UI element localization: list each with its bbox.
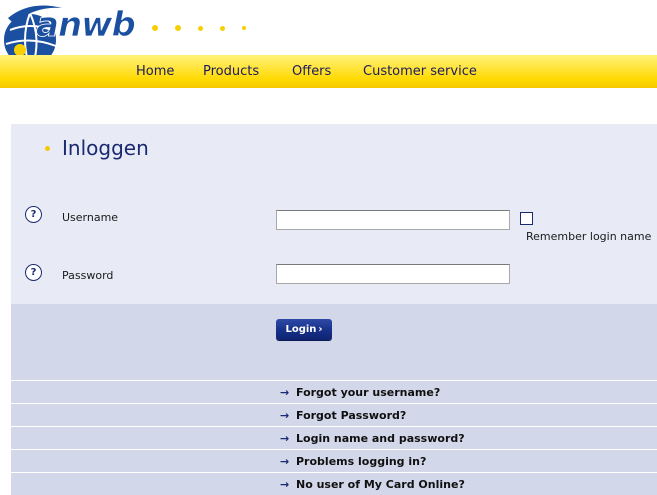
help-links-list: → Forgot your username? → Forgot Passwor… <box>11 380 657 495</box>
username-input[interactable] <box>276 210 510 230</box>
login-button[interactable]: Login › <box>276 319 332 340</box>
logo-dot <box>242 26 246 30</box>
arrow-right-icon: → <box>280 386 290 399</box>
logo-dot <box>220 25 225 31</box>
arrow-right-icon: → <box>280 478 290 491</box>
nav-item-offers[interactable]: Offers <box>292 55 331 88</box>
nav-item-products[interactable]: Products <box>203 55 259 88</box>
arrow-right-icon: → <box>280 432 290 445</box>
arrow-right-icon: → <box>280 409 290 422</box>
logo-dot <box>198 25 203 31</box>
title-bullet <box>45 146 50 151</box>
nav-item-home[interactable]: Home <box>136 55 174 88</box>
nav-item-customer-service[interactable]: Customer service <box>363 55 477 88</box>
logo-dot <box>152 25 158 31</box>
help-link-row[interactable]: → No user of My Card Online? <box>11 472 657 495</box>
login-button-area <box>11 304 657 380</box>
password-label: Password <box>62 269 114 282</box>
logo-dots <box>152 20 263 36</box>
arrow-right-icon: → <box>280 455 290 468</box>
main-nav: Home Products Offers Customer service <box>0 55 657 88</box>
remember-login-checkbox[interactable] <box>520 212 533 225</box>
help-link-row[interactable]: → Problems logging in? <box>11 449 657 472</box>
no-user-link[interactable]: No user of My Card Online? <box>296 478 465 491</box>
svg-text:anwb: anwb <box>36 5 136 45</box>
username-label: Username <box>62 211 119 224</box>
password-input[interactable] <box>276 264 510 284</box>
chevron-right-icon: › <box>318 324 323 335</box>
login-name-and-password-link[interactable]: Login name and password? <box>296 432 465 445</box>
help-link-row[interactable]: → Forgot your username? <box>11 380 657 403</box>
problems-logging-in-link[interactable]: Problems logging in? <box>296 455 426 468</box>
page-title: Inloggen <box>62 136 149 160</box>
help-link-row[interactable]: → Login name and password? <box>11 426 657 449</box>
help-link-row[interactable]: → Forgot Password? <box>11 403 657 426</box>
forgot-password-link[interactable]: Forgot Password? <box>296 409 406 422</box>
login-button-label: Login <box>285 324 317 335</box>
password-help-icon[interactable]: ? <box>25 264 42 281</box>
forgot-username-link[interactable]: Forgot your username? <box>296 386 440 399</box>
remember-login-label: Remember login name <box>526 230 652 243</box>
logo-dot <box>175 25 181 31</box>
username-help-icon[interactable]: ? <box>25 206 42 223</box>
